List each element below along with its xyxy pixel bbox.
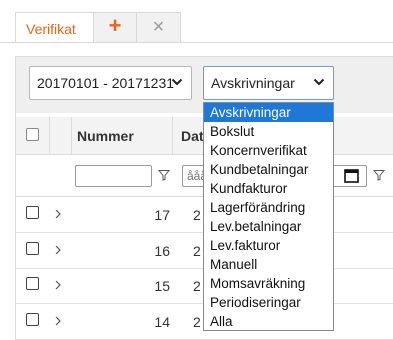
tab-bar-divider <box>0 42 393 43</box>
filter-icon[interactable] <box>373 169 385 181</box>
header-divider <box>49 117 50 154</box>
voucher-type-value: Avskrivningar <box>211 75 295 91</box>
voucher-type-select[interactable]: Avskrivningar <box>203 66 334 100</box>
column-header-number[interactable]: Nummer <box>77 128 134 144</box>
option-kundbetalningar[interactable]: Kundbetalningar <box>204 160 333 179</box>
row-checkbox[interactable] <box>26 277 39 290</box>
row-date: 2 <box>193 278 201 294</box>
row-checkbox[interactable] <box>26 242 39 255</box>
option-kundfakturor[interactable]: Kundfakturor <box>204 179 333 198</box>
tab-verifikat-label: Verifikat <box>26 21 76 37</box>
select-all-checkbox[interactable] <box>26 128 39 141</box>
close-icon: × <box>152 16 165 38</box>
row-number: 15 <box>154 278 170 294</box>
row-date: 2 <box>193 243 201 259</box>
row-date: 2 <box>193 314 201 330</box>
number-filter-input[interactable] <box>75 165 152 187</box>
option-lev-betalningar[interactable]: Lev.betalningar <box>204 217 333 236</box>
date-range-select[interactable]: 20170101 - 20171231 <box>29 66 192 100</box>
chevron-down-icon <box>313 78 325 86</box>
option-koncernverifikat[interactable]: Koncernverifikat <box>204 141 333 160</box>
voucher-type-dropdown-list: Avskrivningar Bokslut Koncernverifikat K… <box>203 102 334 331</box>
chevron-right-icon[interactable] <box>54 316 62 326</box>
chevron-right-icon[interactable] <box>54 280 62 290</box>
chevron-down-icon <box>171 78 183 86</box>
tab-verifikat[interactable]: Verifikat <box>15 12 94 43</box>
option-lagerforandring[interactable]: Lagerförändring <box>204 198 333 217</box>
option-momsavrakning[interactable]: Momsavräkning <box>204 274 333 293</box>
option-bokslut[interactable]: Bokslut <box>204 122 333 141</box>
option-avskrivningar[interactable]: Avskrivningar <box>204 103 333 122</box>
row-number: 14 <box>154 314 170 330</box>
row-date: 2 <box>193 207 201 223</box>
row-checkbox[interactable] <box>26 313 39 326</box>
row-number: 16 <box>154 243 170 259</box>
close-tab-button[interactable]: × <box>137 12 181 43</box>
option-periodiseringar[interactable]: Periodiseringar <box>204 293 333 312</box>
plus-icon: + <box>108 13 122 38</box>
calendar-icon[interactable] <box>344 168 359 183</box>
chevron-right-icon[interactable] <box>54 245 62 255</box>
option-lev-fakturor[interactable]: Lev.fakturor <box>204 236 333 255</box>
header-divider <box>172 117 173 154</box>
header-divider <box>71 117 72 154</box>
filter-icon[interactable] <box>158 169 170 181</box>
option-manuell[interactable]: Manuell <box>204 255 333 274</box>
option-alla[interactable]: Alla <box>204 312 333 331</box>
chevron-right-icon[interactable] <box>54 209 62 219</box>
column-header-date[interactable]: Dat <box>181 128 204 144</box>
add-tab-button[interactable]: + <box>94 12 137 43</box>
date-range-value: 20170101 - 20171231 <box>37 75 175 91</box>
row-number: 17 <box>154 207 170 223</box>
row-checkbox[interactable] <box>26 206 39 219</box>
